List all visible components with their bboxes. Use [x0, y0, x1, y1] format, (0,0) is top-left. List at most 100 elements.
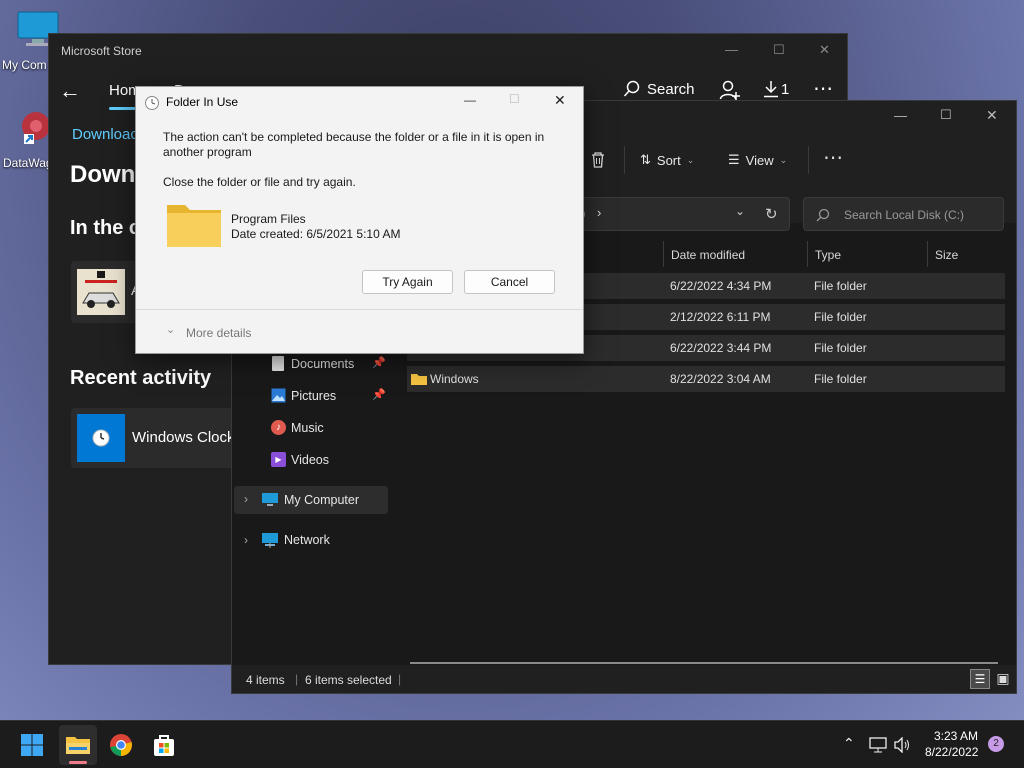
downloads-button[interactable]: 1 [763, 80, 789, 98]
dialog-message-line1: The action can't be completed because th… [163, 130, 545, 144]
more-details-toggle[interactable]: More details [186, 326, 251, 340]
view-icon: ☰ [728, 152, 740, 167]
sidebar-item-documents[interactable]: Documents 📌 [232, 351, 390, 377]
delete-button[interactable] [590, 151, 606, 169]
search-button[interactable]: Search [623, 80, 695, 98]
sidebar-item-label: Music [291, 421, 324, 435]
active-indicator [69, 761, 87, 764]
dialog-footer: ⌄ More details [136, 309, 583, 353]
minimize-icon[interactable]: — [464, 93, 476, 107]
chevron-down-icon[interactable]: ⌄ [166, 323, 175, 336]
file-explorer-taskbar-button[interactable] [59, 725, 97, 765]
status-selected-count: 6 items selected [305, 673, 392, 687]
row-type: File folder [814, 372, 867, 386]
minimize-icon[interactable]: — [725, 42, 738, 57]
row-type: File folder [814, 341, 867, 355]
sidebar-item-music[interactable]: ♪ Music [232, 415, 390, 441]
nav-active-indicator [109, 107, 137, 110]
try-again-button[interactable]: Try Again [362, 270, 453, 294]
chevron-right-icon[interactable]: › [244, 533, 248, 547]
horizontal-scrollbar[interactable] [410, 662, 998, 664]
pin-icon[interactable]: 📌 [372, 388, 386, 401]
cancel-button[interactable]: Cancel [464, 270, 555, 294]
column-divider [927, 241, 928, 267]
more-icon[interactable]: ⋯ [823, 145, 843, 170]
close-icon[interactable]: ✕ [554, 92, 566, 109]
windows-logo-icon [21, 734, 43, 756]
minimize-icon[interactable]: — [894, 108, 907, 123]
chevron-down-icon[interactable]: ⌄ [735, 204, 745, 218]
network-status-icon[interactable] [869, 737, 887, 753]
search-icon [623, 80, 640, 97]
store-icon [154, 735, 174, 756]
sidebar-item-my-computer[interactable]: › My Computer [234, 486, 388, 514]
tiles-view-icon[interactable]: ▣ [994, 669, 1012, 689]
downloads-link[interactable]: Downloac [72, 126, 138, 143]
address-bar[interactable]: ) › ⌄ ↻ [574, 197, 790, 231]
sidebar-item-label: Documents [291, 357, 355, 371]
sidebar-item-label: My Computer [284, 493, 360, 507]
music-icon: ♪ [271, 420, 286, 435]
sort-button[interactable]: ⇅ Sort ⌄ [640, 152, 694, 168]
recent-item-name: Windows Clock [132, 429, 235, 446]
folder-in-use-dialog: Folder In Use — ☐ ✕ The action can't be … [135, 86, 584, 354]
clock-time[interactable]: 3:23 AM [934, 729, 978, 743]
sidebar-item-label: Pictures [291, 389, 337, 403]
document-icon [272, 356, 284, 371]
status-divider: | [295, 672, 299, 686]
view-button[interactable]: ☰ View ⌄ [728, 152, 787, 168]
close-icon[interactable]: ✕ [986, 107, 998, 124]
sidebar-item-network[interactable]: › Network [232, 527, 390, 553]
network-icon [262, 533, 278, 548]
trash-icon [592, 152, 604, 168]
notification-badge[interactable]: 2 [988, 736, 1004, 752]
start-button[interactable] [18, 731, 46, 759]
taskbar: ⌃ 3:23 AM 8/22/2022 2 [0, 720, 1024, 768]
status-divider: | [398, 672, 402, 686]
page-heading: Down [70, 161, 136, 188]
column-header-size[interactable]: Size [935, 248, 958, 262]
folder-icon [167, 205, 221, 247]
more-icon[interactable]: ⋯ [813, 76, 834, 101]
sidebar-item-label: Videos [291, 453, 329, 467]
chevron-down-icon: ⌄ [779, 154, 788, 165]
row-date: 2/12/2022 6:11 PM [670, 310, 771, 324]
row-date: 8/22/2022 3:04 AM [670, 372, 771, 386]
pin-icon[interactable]: 📌 [372, 356, 386, 369]
store-taskbar-button[interactable] [150, 731, 178, 759]
maximize-icon[interactable]: ☐ [940, 107, 952, 123]
dialog-message-line2: another program [163, 145, 252, 159]
search-placeholder: Search Local Disk (C:) [844, 208, 965, 222]
clock-date[interactable]: 8/22/2022 [925, 745, 978, 759]
back-arrow-icon[interactable]: ← [59, 78, 81, 104]
status-item-count: 4 items [246, 673, 285, 687]
download-icon [764, 81, 778, 98]
sidebar-item-videos[interactable]: ▶ Videos [232, 447, 390, 473]
volume-icon[interactable] [893, 737, 911, 753]
chevron-right-icon[interactable]: › [244, 492, 248, 506]
refresh-icon[interactable]: ↻ [765, 205, 778, 223]
clock-icon [145, 96, 159, 110]
search-box[interactable]: Search Local Disk (C:) [803, 197, 1004, 231]
recent-activity-heading: Recent activity [70, 367, 212, 389]
close-icon[interactable]: ✕ [819, 42, 830, 58]
downloads-count: 1 [781, 80, 790, 98]
chrome-taskbar-button[interactable] [107, 731, 135, 759]
column-header-date[interactable]: Date modified [671, 248, 745, 262]
chrome-icon [110, 734, 132, 756]
sidebar-item-label: Network [284, 533, 330, 547]
row-name: Windows [430, 372, 479, 386]
row-date: 6/22/2022 4:34 PM [670, 279, 772, 293]
maximize-icon[interactable]: ☐ [773, 42, 785, 58]
app-thumbnail [77, 269, 125, 315]
column-divider [807, 241, 808, 267]
recent-item[interactable]: Windows Clock [71, 408, 251, 468]
column-header-type[interactable]: Type [815, 248, 841, 262]
sidebar-item-pictures[interactable]: Pictures 📌 [232, 383, 390, 409]
details-view-icon[interactable]: ☰ [970, 669, 990, 689]
table-row[interactable]: Windows 8/22/2022 3:04 AM File folder [407, 366, 1005, 392]
status-bar: 4 items | 6 items selected | ☰ ▣ [232, 665, 1016, 693]
chevron-up-icon[interactable]: ⌃ [843, 735, 855, 752]
dialog-title: Folder In Use [166, 95, 239, 109]
clock-app-icon [77, 414, 125, 462]
